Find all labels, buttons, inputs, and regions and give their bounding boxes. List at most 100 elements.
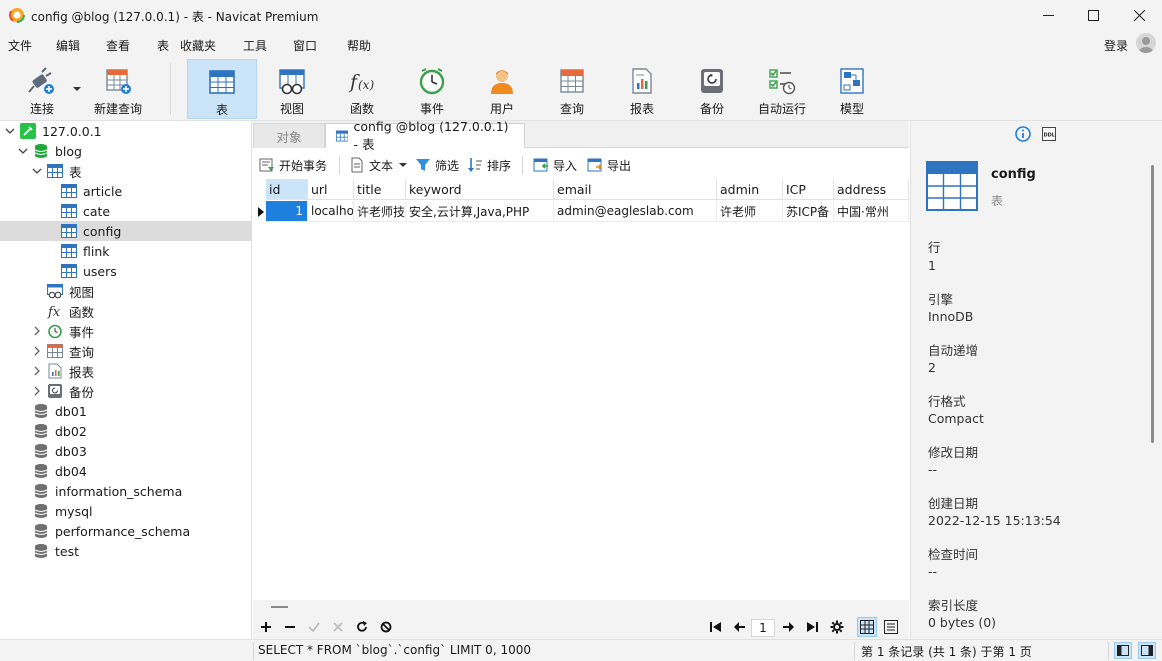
cell-email[interactable]: admin@eagleslab.com xyxy=(554,201,717,222)
events-button[interactable]: 事件 xyxy=(402,59,462,119)
menu-window[interactable]: 窗口 xyxy=(293,37,317,54)
cell-admin[interactable]: 许老师 xyxy=(717,201,783,222)
menu-view[interactable]: 查看 xyxy=(106,37,130,54)
delete-row-icon[interactable] xyxy=(283,620,297,634)
tree-group-reports[interactable]: 报表 xyxy=(0,361,251,381)
menu-table[interactable]: 表 xyxy=(157,37,169,54)
column-header-url[interactable]: url xyxy=(308,179,354,200)
toggle-right-pane-button[interactable] xyxy=(1138,642,1156,659)
functions-button[interactable]: f (x) 函数 xyxy=(332,59,392,119)
info-scrollbar[interactable] xyxy=(1151,165,1154,443)
minimize-button[interactable] xyxy=(1025,0,1071,31)
tree-table-users[interactable]: users xyxy=(0,261,251,281)
tree-group-functions[interactable]: fx 函数 xyxy=(0,301,251,321)
tree-database-test[interactable]: test xyxy=(0,541,251,561)
cell-id[interactable]: 1 xyxy=(266,201,308,222)
last-page-icon[interactable] xyxy=(805,620,819,634)
tree-database-mysql[interactable]: mysql xyxy=(0,501,251,521)
tree-database-db03[interactable]: db03 xyxy=(0,441,251,461)
column-header-id[interactable]: id xyxy=(266,179,308,200)
chevron-right-icon[interactable] xyxy=(31,325,43,337)
avatar[interactable] xyxy=(1136,33,1156,53)
tree-table-cate[interactable]: cate xyxy=(0,201,251,221)
cell-url[interactable]: localho xyxy=(308,201,354,222)
tree-database-db01[interactable]: db01 xyxy=(0,401,251,421)
tree-group-views[interactable]: 视图 xyxy=(0,281,251,301)
info-icon[interactable] xyxy=(1015,126,1031,142)
tab-config-table[interactable]: config @blog (127.0.0.1) - 表 xyxy=(325,119,525,152)
tree-group-queries[interactable]: 查询 xyxy=(0,341,251,361)
chevron-right-icon[interactable] xyxy=(31,345,43,357)
tree-group-backups[interactable]: 备份 xyxy=(0,381,251,401)
cell-keyword[interactable]: 安全,云计算,Java,PHP xyxy=(406,201,554,222)
column-header-address[interactable]: address xyxy=(834,179,909,200)
column-header-keyword[interactable]: keyword xyxy=(406,179,554,200)
tree-database-performance-schema[interactable]: performance_schema xyxy=(0,521,251,541)
column-header-title[interactable]: title xyxy=(354,179,406,200)
grid-view-toggle[interactable] xyxy=(857,617,877,637)
export-label: 导出 xyxy=(607,158,632,173)
row-indicator[interactable] xyxy=(256,201,266,222)
tree-group-events[interactable]: 事件 xyxy=(0,321,251,341)
tree-database-blog[interactable]: blog xyxy=(0,141,251,161)
cell-title[interactable]: 许老师技 xyxy=(354,201,406,222)
previous-page-icon[interactable] xyxy=(733,620,747,634)
views-button[interactable]: 视图 xyxy=(262,59,322,119)
chevron-down-icon[interactable] xyxy=(17,145,29,157)
tree-table-config[interactable]: config xyxy=(0,221,251,241)
chevron-right-icon[interactable] xyxy=(31,365,43,377)
menu-help[interactable]: 帮助 xyxy=(347,37,371,54)
column-header-admin[interactable]: admin xyxy=(717,179,783,200)
stop-icon[interactable] xyxy=(379,620,393,634)
queries-button[interactable]: 查询 xyxy=(542,59,602,119)
chevron-down-icon[interactable] xyxy=(4,125,16,137)
first-page-icon[interactable] xyxy=(709,620,723,634)
chevron-down-icon[interactable] xyxy=(31,165,43,177)
sort-button[interactable]: 排序 xyxy=(467,155,511,175)
page-number-input[interactable]: 1 xyxy=(751,619,775,637)
tree-database-db02[interactable]: db02 xyxy=(0,421,251,441)
reports-button[interactable]: 报表 xyxy=(612,59,672,119)
maximize-button[interactable] xyxy=(1070,0,1116,31)
tree-table-article[interactable]: article xyxy=(0,181,251,201)
menu-file[interactable]: 文件 xyxy=(8,37,32,54)
filter-button[interactable]: 筛选 xyxy=(415,155,459,175)
cell-icp[interactable]: 苏ICP备 xyxy=(783,201,834,222)
next-page-icon[interactable] xyxy=(781,620,795,634)
settings-gear-icon[interactable] xyxy=(830,620,844,634)
cell-address[interactable]: 中国·常州 xyxy=(834,201,909,222)
menu-tools[interactable]: 工具 xyxy=(243,37,267,54)
chevron-right-icon[interactable] xyxy=(31,385,43,397)
add-row-icon[interactable] xyxy=(259,620,273,634)
column-header-email[interactable]: email xyxy=(554,179,717,200)
text-view-button[interactable]: 文本 xyxy=(349,155,411,175)
refresh-icon[interactable] xyxy=(355,620,369,634)
model-button[interactable]: 模型 xyxy=(822,59,882,119)
connect-dropdown-icon[interactable] xyxy=(73,86,81,92)
form-view-icon[interactable] xyxy=(884,620,898,634)
import-button[interactable]: 导入 xyxy=(533,155,577,175)
tree-database-information-schema[interactable]: information_schema xyxy=(0,481,251,501)
login-link[interactable]: 登录 xyxy=(1104,37,1128,54)
tree-tables-folder[interactable]: 表 xyxy=(0,161,251,181)
automation-button[interactable]: 自动运行 xyxy=(752,59,812,119)
info-index-length-value: 0 bytes (0) xyxy=(928,615,997,630)
ddl-icon[interactable]: DDL xyxy=(1042,127,1056,141)
toggle-left-pane-button[interactable] xyxy=(1114,642,1132,659)
menu-edit[interactable]: 编辑 xyxy=(56,37,80,54)
menu-favorites[interactable]: 收藏夹 xyxy=(180,37,216,54)
tree-connection[interactable]: 127.0.0.1 xyxy=(0,121,251,141)
splitter-handle[interactable] xyxy=(271,606,288,608)
tree-database-db04[interactable]: db04 xyxy=(0,461,251,481)
close-button[interactable] xyxy=(1116,0,1162,31)
tree-table-flink[interactable]: flink xyxy=(0,241,251,261)
users-button[interactable]: 用户 xyxy=(472,59,532,119)
begin-transaction-button[interactable]: 开始事务 xyxy=(259,155,327,175)
connect-button[interactable]: 连接 xyxy=(18,59,66,119)
column-header-icp[interactable]: ICP xyxy=(783,179,834,200)
export-button[interactable]: 导出 xyxy=(587,155,631,175)
tab-objects[interactable]: 对象 xyxy=(253,123,325,148)
backup-button[interactable]: 备份 xyxy=(682,59,742,119)
new-query-button[interactable]: 新建查询 xyxy=(88,59,148,119)
tables-button[interactable]: 表 xyxy=(187,59,257,119)
